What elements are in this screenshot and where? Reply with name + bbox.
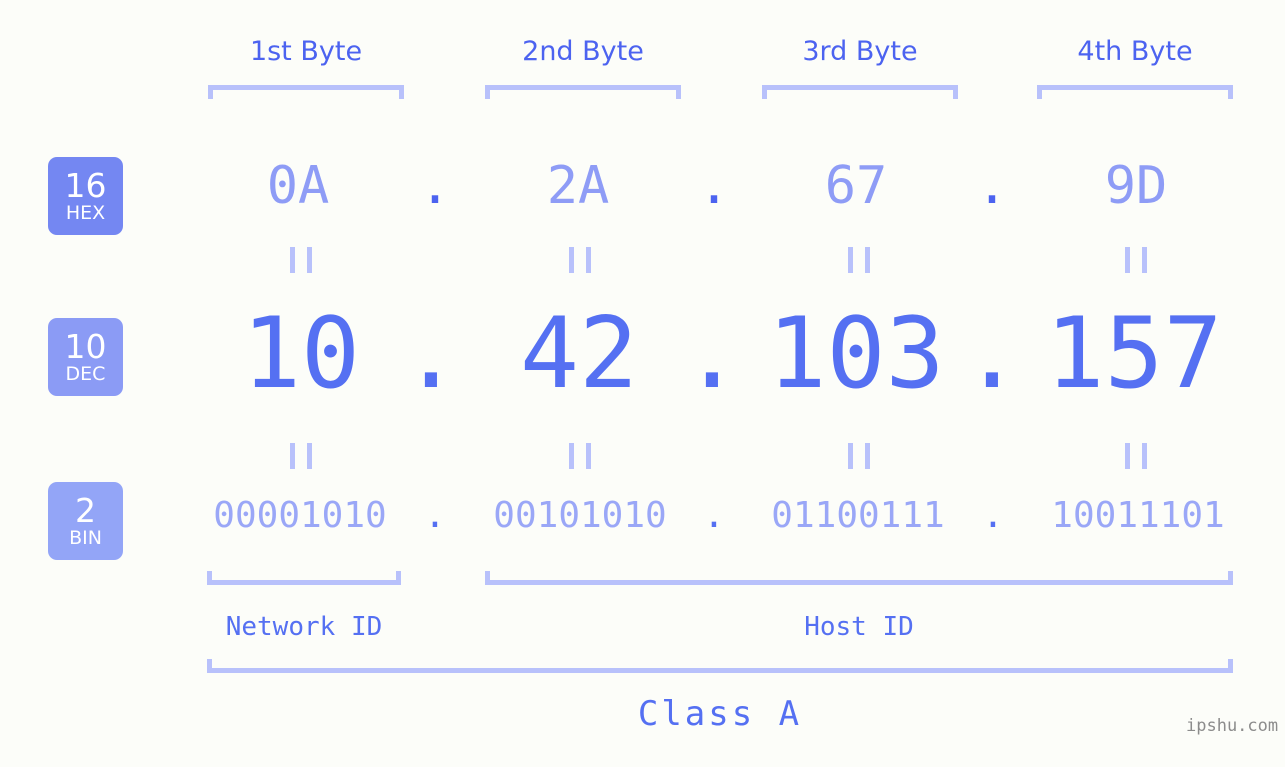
class-bracket [207, 659, 1233, 673]
base-badge-dec-name: DEC [65, 363, 106, 385]
host-id-label: Host ID [804, 612, 914, 642]
base-badge-hex: 16 HEX [48, 157, 123, 235]
base-badge-dec-number: 10 [64, 327, 107, 366]
ip-address-breakdown-diagram: 1st Byte 2nd Byte 3rd Byte 4th Byte 16 H… [0, 0, 1285, 767]
dec-byte-3: 103 [767, 297, 945, 411]
hex-byte-4: 9D [1104, 156, 1168, 216]
hex-separator-2: . [698, 156, 730, 216]
watermark: ipshu.com [1186, 716, 1279, 736]
equals-icon-hex-dec-1 [290, 247, 312, 273]
byte-bracket-1 [208, 85, 404, 99]
equals-icon-dec-bin-4 [1125, 443, 1147, 469]
bin-separator-1: . [424, 495, 446, 536]
equals-icon-dec-bin-3 [848, 443, 870, 469]
base-badge-bin-number: 2 [75, 491, 96, 530]
equals-icon-hex-dec-2 [569, 247, 591, 273]
byte-header-label-1: 1st Byte [249, 36, 363, 67]
byte-bracket-3 [762, 85, 958, 99]
base-badge-bin-name: BIN [69, 527, 102, 549]
dec-byte-4: 157 [1045, 297, 1223, 411]
byte-header-label-3: 3rd Byte [802, 36, 918, 67]
bin-byte-2: 00101010 [493, 495, 667, 536]
base-badge-bin: 2 BIN [48, 482, 123, 560]
dec-separator-2: . [682, 297, 742, 411]
byte-header-label-4: 4th Byte [1077, 36, 1193, 67]
bin-byte-1: 00001010 [213, 495, 387, 536]
dec-byte-2: 42 [519, 297, 638, 411]
equals-icon-hex-dec-4 [1125, 247, 1147, 273]
host-id-bracket [485, 571, 1233, 585]
equals-icon-dec-bin-1 [290, 443, 312, 469]
base-badge-hex-number: 16 [64, 166, 107, 205]
network-id-label: Network ID [225, 612, 383, 642]
equals-icon-dec-bin-2 [569, 443, 591, 469]
base-badge-dec: 10 DEC [48, 318, 123, 396]
hex-byte-1: 0A [266, 156, 330, 216]
hex-byte-2: 2A [546, 156, 610, 216]
network-id-bracket [207, 571, 401, 585]
bin-separator-2: . [703, 495, 725, 536]
base-badge-hex-name: HEX [65, 202, 106, 224]
hex-separator-1: . [419, 156, 451, 216]
equals-icon-hex-dec-3 [848, 247, 870, 273]
byte-header-label-2: 2nd Byte [522, 36, 644, 67]
byte-bracket-4 [1037, 85, 1233, 99]
dec-separator-1: . [401, 297, 461, 411]
dec-byte-1: 10 [241, 297, 360, 411]
byte-bracket-2 [485, 85, 681, 99]
dec-separator-3: . [962, 297, 1022, 411]
bin-separator-3: . [982, 495, 1004, 536]
hex-byte-3: 67 [824, 156, 888, 216]
bin-byte-4: 10011101 [1051, 495, 1225, 536]
bin-byte-3: 01100111 [771, 495, 945, 536]
class-label: Class A [637, 694, 803, 734]
hex-separator-3: . [976, 156, 1008, 216]
